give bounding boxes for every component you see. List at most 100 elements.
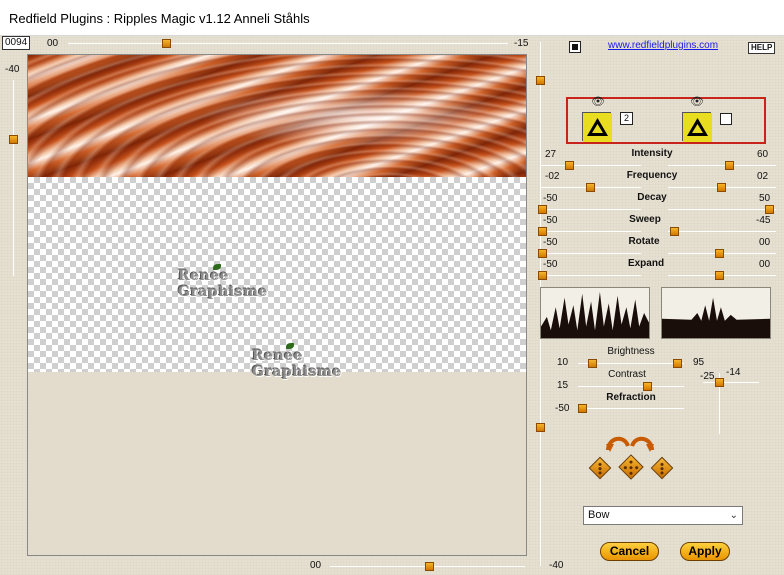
decay-left-value: -50	[543, 193, 558, 204]
frequency-right-knob[interactable]	[717, 183, 726, 192]
plugin-dialog: 0094 00 -15 -40 Renee Graphisme Renee Gr…	[0, 36, 784, 575]
chevron-down-icon: ⌄	[729, 510, 738, 521]
sweep-right-track[interactable]	[668, 231, 776, 232]
top-slider-track[interactable]	[68, 43, 508, 44]
watermark-2-line1: Renee	[252, 348, 304, 364]
frequency-right-value: 02	[757, 171, 769, 182]
rotate-left-track[interactable]	[541, 253, 641, 254]
small-hslider-track[interactable]	[703, 382, 759, 383]
brightness-right-value: 95	[693, 357, 705, 368]
wave-shape-icon-2[interactable]	[682, 112, 712, 142]
toggle-checkbox[interactable]	[569, 41, 581, 53]
expand-left-knob[interactable]	[538, 271, 547, 280]
small-vslider-knob[interactable]	[715, 378, 724, 387]
top-slider-left-label: 00	[47, 38, 59, 49]
preview-area[interactable]: Renee Graphisme Renee Graphisme	[27, 54, 527, 556]
brightness-left-knob[interactable]	[588, 359, 597, 368]
frequency-left-knob[interactable]	[586, 183, 595, 192]
rotate-right-knob[interactable]	[715, 249, 724, 258]
ripple-image	[28, 55, 526, 177]
left-slider-label: -40	[5, 64, 20, 75]
frequency-left-value: -02	[545, 171, 560, 182]
decay-right-track[interactable]	[668, 209, 776, 210]
website-link[interactable]: www.redfieldplugins.com	[608, 40, 718, 51]
random-dice-icon-3[interactable]	[650, 456, 674, 480]
transparent-area	[28, 177, 526, 372]
window-title: Redfield Plugins : Ripples Magic v1.12 A…	[9, 11, 310, 26]
sweep-right-value: -45	[756, 215, 771, 226]
middle-slider-knob-bottom[interactable]	[536, 423, 545, 432]
undo-icon[interactable]	[604, 432, 630, 452]
wave-shape-icon-1[interactable]	[582, 112, 612, 142]
waveform-graph-2	[661, 287, 771, 339]
bottom-slider-label: 00	[310, 560, 322, 571]
rotate-left-knob[interactable]	[538, 249, 547, 258]
watermark-2: Renee Graphisme	[252, 348, 342, 380]
style-select[interactable]: Bow ⌄	[583, 506, 743, 525]
contrast-knob[interactable]	[643, 382, 652, 391]
rotate-right-value: 00	[759, 237, 771, 248]
brightness-right-knob[interactable]	[673, 359, 682, 368]
help-button[interactable]: HELP	[748, 42, 776, 54]
frame-value-box[interactable]: 0094	[2, 36, 31, 50]
small-vslider-right-label: -14	[726, 367, 741, 378]
intensity-right-track[interactable]	[668, 165, 776, 166]
refraction-knob[interactable]	[578, 404, 587, 413]
expand-right-knob[interactable]	[715, 271, 724, 280]
top-slider-knob[interactable]	[162, 39, 171, 48]
left-slider-track[interactable]	[13, 80, 14, 276]
sweep-label: Sweep	[629, 214, 661, 225]
expand-right-value: 00	[759, 259, 771, 270]
sweep-left-knob[interactable]	[538, 227, 547, 236]
refraction-track[interactable]	[578, 408, 684, 409]
intensity-left-knob[interactable]	[565, 161, 574, 170]
contrast-label: Contrast	[608, 369, 646, 380]
random-dice-icon-2[interactable]	[618, 454, 644, 480]
decay-left-track[interactable]	[541, 209, 641, 210]
waveform-graph-1	[540, 287, 650, 339]
random-dice-icon-1[interactable]	[588, 456, 612, 480]
cancel-button[interactable]: Cancel	[600, 542, 659, 561]
apply-button[interactable]: Apply	[680, 542, 730, 561]
intensity-left-value: 27	[545, 149, 557, 160]
intensity-label: Intensity	[631, 148, 673, 159]
middle-slider-label: -40	[549, 560, 564, 571]
contrast-track[interactable]	[578, 386, 684, 387]
layer2-checkbox[interactable]	[720, 113, 732, 125]
left-slider-knob[interactable]	[9, 135, 18, 144]
sweep-left-track[interactable]	[541, 231, 641, 232]
intensity-left-track[interactable]	[541, 165, 641, 166]
intensity-right-knob[interactable]	[725, 161, 734, 170]
brightness-left-value: 10	[557, 357, 569, 368]
bottom-slider-knob[interactable]	[425, 562, 434, 571]
rotate-label: Rotate	[628, 236, 660, 247]
expand-left-track[interactable]	[541, 275, 641, 276]
expand-label: Expand	[627, 258, 665, 269]
title-bar: Redfield Plugins : Ripples Magic v1.12 A…	[0, 0, 784, 36]
intensity-right-value: 60	[757, 149, 769, 160]
decay-label: Decay	[637, 192, 667, 203]
contrast-value: 15	[557, 380, 569, 391]
sweep-right-knob[interactable]	[670, 227, 679, 236]
decay-left-knob[interactable]	[538, 205, 547, 214]
close-button[interactable]	[744, 0, 784, 28]
decay-right-value: 50	[759, 193, 771, 204]
rotate-left-value: -50	[543, 237, 558, 248]
layer1-badge[interactable]: 2	[620, 112, 633, 125]
watermark-1: Renee Graphisme	[178, 268, 268, 300]
small-vslider-top-label: -25	[700, 371, 715, 382]
refraction-value: -50	[555, 403, 570, 414]
eye-icon[interactable]: 👁	[690, 95, 704, 108]
expand-left-value: -50	[543, 259, 558, 270]
sweep-left-value: -50	[543, 215, 558, 226]
frequency-label: Frequency	[626, 170, 678, 181]
refraction-label: Refraction	[606, 392, 656, 403]
watermark-1-line1: Renee	[178, 268, 230, 284]
watermark-2-line2: Graphisme	[252, 364, 342, 380]
watermark-1-line2: Graphisme	[178, 284, 268, 300]
middle-slider-knob-top[interactable]	[536, 76, 545, 85]
redo-icon[interactable]	[630, 432, 656, 452]
decay-right-knob[interactable]	[765, 205, 774, 214]
brightness-label: Brightness	[607, 346, 655, 357]
eye-icon[interactable]: 👁	[591, 95, 605, 108]
